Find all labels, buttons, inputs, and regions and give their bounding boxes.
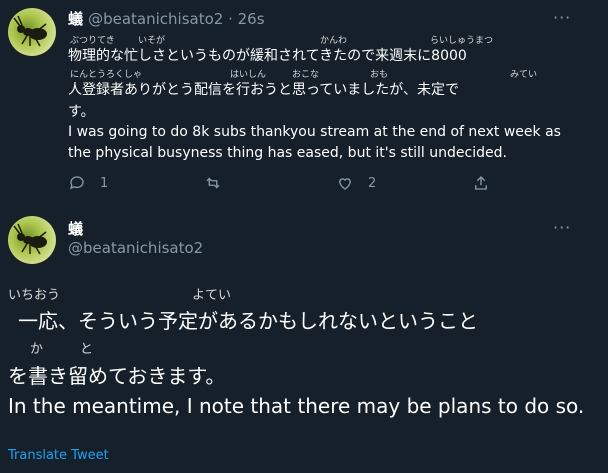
like-count: 2 <box>368 175 377 191</box>
tweet-text-line: す。 <box>68 104 95 120</box>
furigana: と <box>80 342 94 357</box>
more-icon[interactable]: ··· <box>553 8 571 27</box>
display-name[interactable]: 蟻 <box>68 218 83 239</box>
like-icon <box>339 178 351 190</box>
furigana: よてい <box>192 288 232 303</box>
reply-button[interactable]: 1 <box>68 174 108 192</box>
furigana-line: にんとうろくしゃ はいしん おこな おも みてい <box>70 67 550 80</box>
furigana: いちおう <box>8 288 61 303</box>
retweet-icon <box>206 177 220 189</box>
tweet-text-line: 人登録者ありがとう配信を行おうと思っていましたが、未定で <box>68 82 460 98</box>
tweet-text-line: を書き留めておきます。 <box>8 364 226 388</box>
more-icon[interactable]: ··· <box>553 218 571 237</box>
share-button[interactable] <box>472 174 490 192</box>
share-icon <box>475 176 487 190</box>
tweet-text-line: 物理的な忙しさというものが緩和されてきたので来週末に8000 <box>68 48 467 64</box>
handle[interactable]: @beatanichisato2 <box>68 239 203 257</box>
furigana-line: いちおう よてい <box>8 284 568 303</box>
tweet-text-line: 一応、そういう予定があるかもしれないということ <box>18 309 478 333</box>
handle-time[interactable]: @beatanichisato2 · 26s <box>88 10 264 28</box>
furigana: みてい <box>510 70 538 80</box>
like-button[interactable]: 2 <box>336 174 376 192</box>
ant-avatar-icon <box>13 15 47 47</box>
tweet-english-text: In the meantime, I note that there may b… <box>8 394 585 418</box>
retweet-button[interactable] <box>204 174 222 192</box>
display-name[interactable]: 蟻 <box>68 10 83 28</box>
furigana-line: か と <box>30 338 150 357</box>
reply-count: 1 <box>100 175 109 191</box>
tweet-english-text: I was going to do 8k subs thankyou strea… <box>68 124 561 161</box>
furigana: か <box>30 342 44 357</box>
translate-tweet-link[interactable]: Translate Tweet <box>8 448 109 463</box>
reply-icon <box>69 176 84 190</box>
avatar[interactable] <box>8 216 56 264</box>
ant-avatar-icon <box>13 223 47 255</box>
avatar[interactable] <box>8 8 56 56</box>
furigana-line: ぶつりてき いそが かんわ らいしゅうまつ <box>70 33 550 46</box>
